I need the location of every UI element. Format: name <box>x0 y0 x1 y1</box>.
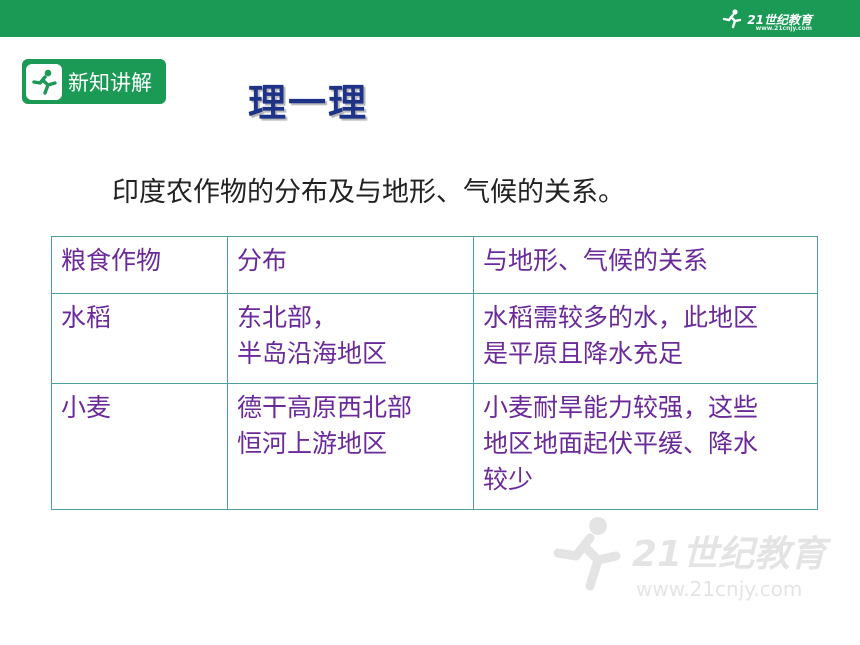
watermark-runner-icon <box>553 517 621 591</box>
cell-line: 恒河上游地区 <box>237 429 388 458</box>
badge-runner-icon <box>26 63 62 100</box>
brand-logo: 21世纪教育 www.21cnjy.com <box>721 5 812 33</box>
table-row: 小麦 德干高原西北部 恒河上游地区 小麦耐旱能力较强，这些 地区地面起伏平缓、降… <box>51 383 818 510</box>
table-header-row: 粮食作物 分布 与地形、气候的关系 <box>51 236 818 294</box>
page-title: 理一理 <box>248 81 369 125</box>
table-row: 水稻 东北部， 半岛沿海地区 水稻需较多的水，此地区 是平原且降水充足 <box>51 293 818 384</box>
table-header-relation: 与地形、气候的关系 <box>473 236 818 294</box>
cell-line: 是平原且降水充足 <box>483 339 684 368</box>
watermark-logo: 21世纪教育 www.21cnjy.com <box>553 517 832 601</box>
crop-table: 粮食作物 分布 与地形、气候的关系 水稻 东北部， 半岛沿海地区 水稻需较多的水… <box>51 236 818 510</box>
cell-line: 较少 <box>483 465 534 494</box>
table-cell-relation: 小麦耐旱能力较强，这些 地区地面起伏平缓、降水 较少 <box>473 383 818 510</box>
table-cell-crop: 小麦 <box>51 383 228 510</box>
cell-line: 东北部， <box>237 303 338 332</box>
table-cell-distribution: 东北部， 半岛沿海地区 <box>227 293 474 384</box>
cell-line: 德干高原西北部 <box>237 393 413 422</box>
page-subtitle: 印度农作物的分布及与地形、气候的关系。 <box>112 177 625 208</box>
cell-line: 小麦耐旱能力较强，这些 <box>483 393 759 422</box>
section-badge: 新知讲解 <box>22 59 166 104</box>
cell-line: 水稻需较多的水，此地区 <box>483 303 759 332</box>
table-cell-relation: 水稻需较多的水，此地区 是平原且降水充足 <box>473 293 818 384</box>
top-bar: 21世纪教育 www.21cnjy.com <box>0 0 860 37</box>
runner-logo-icon <box>723 9 742 29</box>
cell-line: 半岛沿海地区 <box>237 339 388 368</box>
watermark-url: www.21cnjy.com <box>636 577 802 601</box>
cell-line: 地区地面起伏平缓、降水 <box>483 429 759 458</box>
badge-label: 新知讲解 <box>68 70 152 95</box>
table-cell-distribution: 德干高原西北部 恒河上游地区 <box>227 383 474 510</box>
table-cell-crop: 水稻 <box>51 293 228 384</box>
watermark-text: 21世纪教育 <box>632 534 832 575</box>
table-header-distribution: 分布 <box>227 236 474 294</box>
brand-logo-url: www.21cnjy.com <box>755 25 812 32</box>
table-header-crop: 粮食作物 <box>51 236 228 294</box>
